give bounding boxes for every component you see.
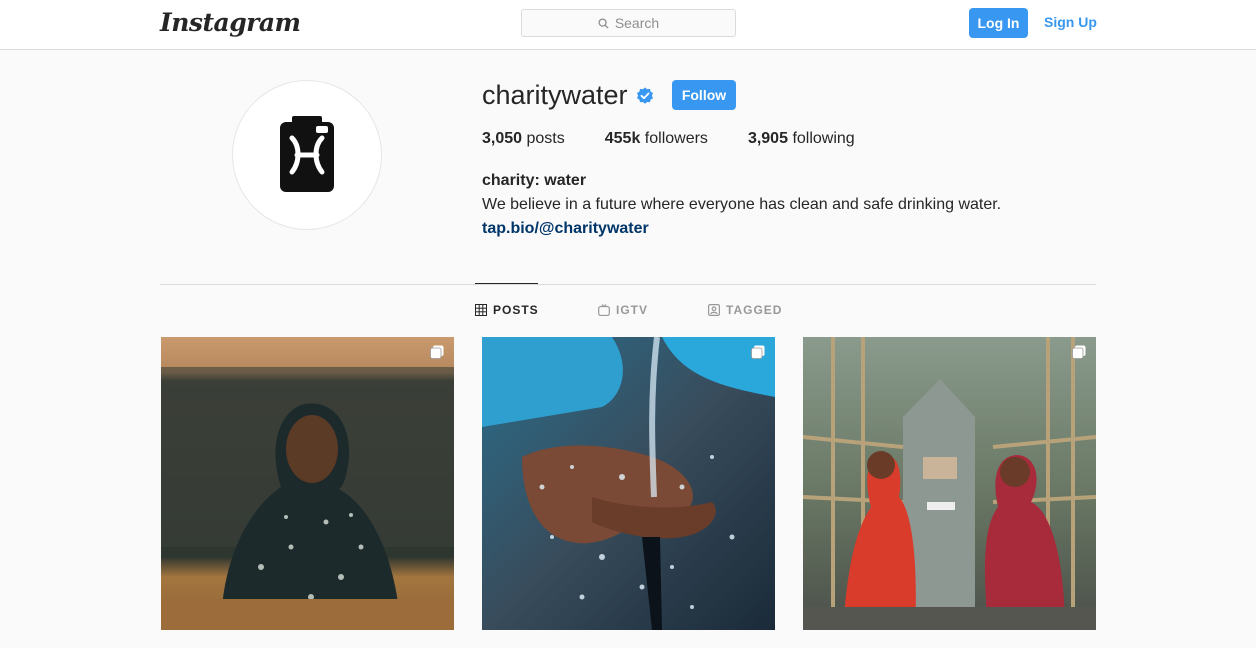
top-nav: Instagram Search Log In Sign Up (0, 0, 1256, 50)
profile-stats: 3,050 posts 455k followers 3,905 followi… (482, 130, 895, 148)
multiple-posts-icon (1072, 345, 1086, 359)
profile-link[interactable]: tap.bio/@charitywater (482, 220, 649, 238)
stat-followers[interactable]: 455k followers (605, 130, 708, 148)
stat-value: 455k (604, 130, 641, 147)
follow-button[interactable]: Follow (672, 80, 736, 110)
stat-posts: 3,050 posts (482, 130, 565, 148)
tab-label: TAGGED (726, 303, 783, 317)
stat-label: following (792, 130, 855, 147)
multiple-posts-icon (751, 345, 765, 359)
stat-label: posts (526, 130, 565, 147)
tab-label: IGTV (616, 303, 649, 317)
tab-tagged[interactable]: TAGGED (708, 303, 782, 317)
search-icon (598, 17, 609, 29)
grid-icon (475, 304, 487, 316)
post-image (803, 337, 1096, 630)
profile-bio: We believe in a future where everyone ha… (482, 196, 1002, 213)
profile-username-row: charitywater (482, 80, 654, 111)
stat-label: followers (644, 130, 708, 147)
profile-username: charitywater (482, 80, 628, 110)
multiple-posts-icon (430, 345, 444, 359)
post-thumbnail[interactable] (161, 337, 454, 630)
instagram-logo[interactable]: Instagram (160, 8, 301, 37)
search-placeholder: Search (614, 15, 660, 31)
post-thumbnail[interactable] (482, 337, 775, 630)
stat-value: 3,050 (482, 130, 523, 147)
search-input[interactable]: Search (521, 9, 736, 37)
post-thumbnail[interactable] (803, 337, 1096, 630)
tab-posts[interactable]: POSTS (475, 303, 539, 317)
jerrycan-logo-icon (280, 116, 334, 192)
post-image (482, 337, 775, 630)
profile-full-name: charity: water (482, 172, 587, 189)
tab-igtv[interactable]: IGTV (598, 303, 648, 317)
tabs-divider (160, 284, 1096, 285)
verified-badge-icon (636, 87, 653, 104)
tv-icon (598, 304, 610, 316)
post-image (161, 337, 454, 630)
stat-value: 3,905 (747, 130, 788, 147)
tag-icon (708, 304, 720, 316)
login-button[interactable]: Log In (969, 8, 1028, 38)
signup-link[interactable]: Sign Up (1044, 14, 1097, 30)
active-tab-indicator (475, 283, 538, 284)
avatar[interactable] (232, 80, 382, 230)
stat-following[interactable]: 3,905 following (748, 130, 855, 148)
tab-label: POSTS (493, 303, 539, 317)
